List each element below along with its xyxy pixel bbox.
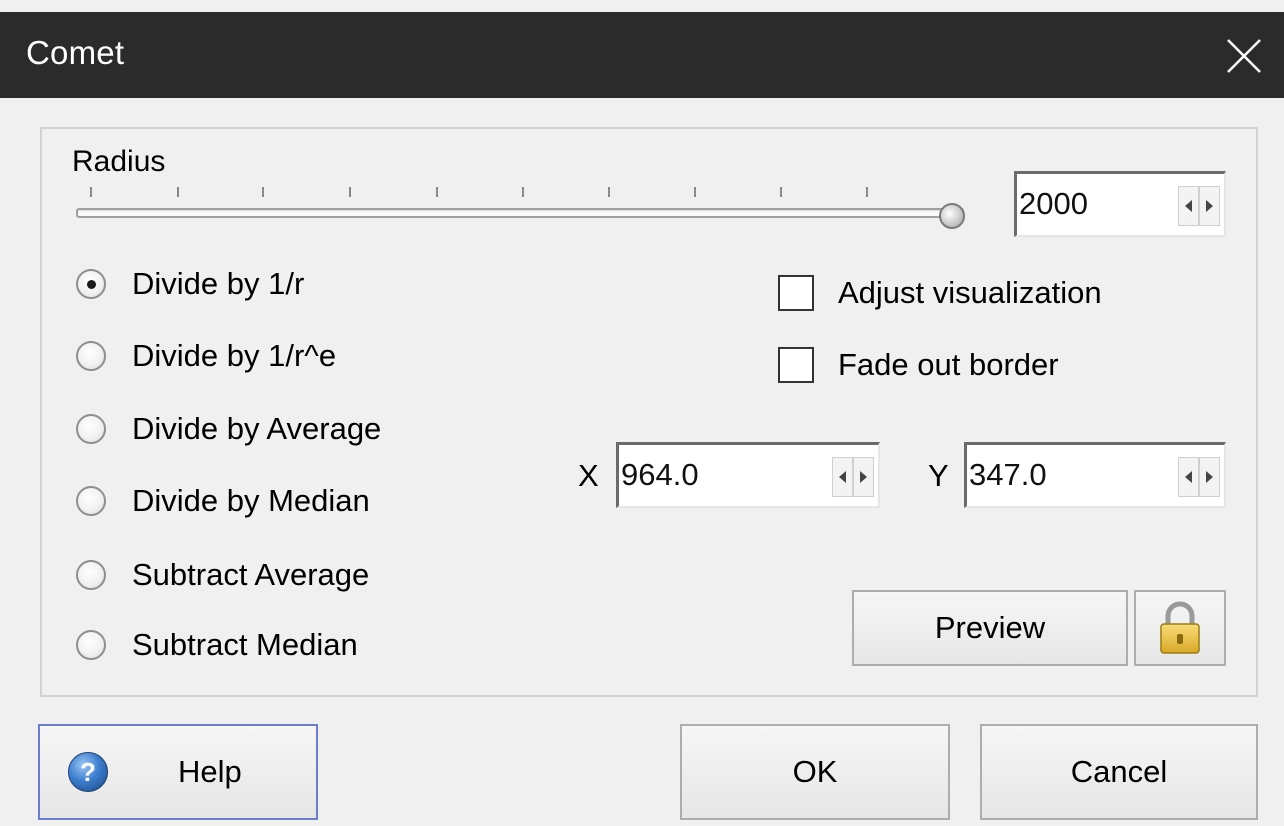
radio-divide-1-r-e[interactable]: Divide by 1/r^e [76, 336, 336, 376]
close-icon [1227, 39, 1261, 73]
radio-divide-average[interactable]: Divide by Average [76, 409, 381, 449]
title-bar: Comet [0, 12, 1284, 98]
help-label: Help [178, 754, 242, 789]
fade-out-border-checkbox-row[interactable]: Fade out border [778, 343, 1059, 387]
x-spinbox[interactable] [616, 442, 880, 508]
adjust-visualization-label: Adjust visualization [838, 275, 1102, 310]
radius-decrement-button[interactable] [1178, 186, 1199, 226]
x-input[interactable] [621, 457, 791, 493]
y-spinbox[interactable] [964, 442, 1226, 508]
x-label: X [578, 458, 599, 493]
radius-spinbox[interactable] [1014, 171, 1226, 237]
fade-out-border-label: Fade out border [838, 347, 1059, 382]
radius-slider-track[interactable] [76, 208, 964, 218]
preview-button[interactable]: Preview [852, 590, 1128, 666]
radio-label: Subtract Average [132, 557, 370, 592]
radio-button[interactable] [76, 560, 106, 590]
radius-spin-buttons [1178, 186, 1220, 226]
arrow-left-icon [1185, 200, 1192, 212]
radius-label: Radius [72, 145, 166, 178]
radio-label: Divide by Average [132, 411, 382, 446]
arrow-left-icon [1185, 471, 1192, 483]
lock-button[interactable] [1134, 590, 1226, 666]
radio-button[interactable] [76, 269, 106, 299]
fade-out-border-checkbox[interactable] [778, 347, 814, 383]
radius-input[interactable] [1019, 186, 1139, 222]
radio-button[interactable] [76, 486, 106, 516]
help-button[interactable]: ? Help [38, 724, 318, 820]
arrow-right-icon [860, 471, 867, 483]
close-button[interactable] [1216, 26, 1276, 86]
window-title: Comet [26, 34, 125, 71]
radio-button[interactable] [76, 414, 106, 444]
y-input[interactable] [969, 457, 1139, 493]
radius-increment-button[interactable] [1199, 186, 1220, 226]
arrow-right-icon [1206, 200, 1213, 212]
radius-slider-thumb[interactable] [938, 198, 966, 232]
lock-icon [1160, 601, 1200, 654]
x-decrement-button[interactable] [832, 457, 853, 497]
adjust-visualization-checkbox-row[interactable]: Adjust visualization [778, 271, 1102, 315]
arrow-left-icon [839, 471, 846, 483]
adjust-visualization-checkbox[interactable] [778, 275, 814, 311]
y-increment-button[interactable] [1199, 457, 1220, 497]
radio-label: Divide by 1/r [132, 266, 305, 301]
x-spin-buttons [832, 457, 874, 497]
radio-divide-1-r[interactable]: Divide by 1/r [76, 264, 304, 304]
y-spin-buttons [1178, 457, 1220, 497]
radio-divide-median[interactable]: Divide by Median [76, 481, 370, 521]
x-increment-button[interactable] [853, 457, 874, 497]
y-label: Y [928, 458, 949, 493]
help-icon: ? [68, 752, 108, 792]
radio-label: Divide by 1/r^e [132, 338, 337, 373]
y-decrement-button[interactable] [1178, 457, 1199, 497]
radio-label: Divide by Median [132, 483, 370, 518]
radio-subtract-average[interactable]: Subtract Average [76, 555, 369, 595]
radio-button[interactable] [76, 630, 106, 660]
radio-button[interactable] [76, 341, 106, 371]
radio-subtract-median[interactable]: Subtract Median [76, 625, 358, 665]
ok-button[interactable]: OK [680, 724, 950, 820]
radio-label: Subtract Median [132, 627, 358, 662]
arrow-right-icon [1206, 471, 1213, 483]
cancel-button[interactable]: Cancel [980, 724, 1258, 820]
